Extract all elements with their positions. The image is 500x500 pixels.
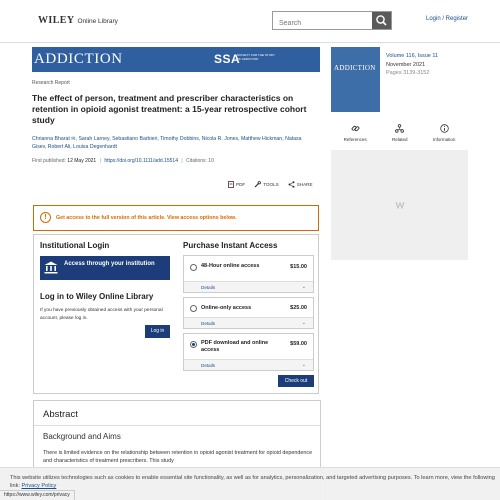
logo-brand: WILEY — [38, 15, 75, 26]
purchase-option-pdf-online[interactable]: PDF download and online access $59.00 De… — [183, 333, 314, 371]
option-radio-selected[interactable] — [190, 341, 197, 348]
ssa-subtitle: Society for the Study of Addiction — [237, 53, 276, 61]
related-tab[interactable]: Related — [392, 124, 408, 150]
divider — [34, 425, 320, 426]
separator: | — [181, 158, 183, 164]
details-label: Details — [201, 363, 216, 368]
institution-icon — [44, 261, 58, 274]
privacy-policy-link[interactable]: Privacy Policy — [22, 483, 57, 489]
abstract-heading: Abstract — [43, 409, 78, 420]
references-label: References — [343, 137, 367, 142]
tools-button[interactable]: TOOLS — [254, 181, 279, 188]
article-tools: PDF TOOLS SHARE — [228, 181, 313, 188]
first-published-date: 12 May 2021 — [67, 158, 97, 164]
site-header: WILEYOnline Library Login / Register — [0, 0, 500, 43]
search-icon — [376, 15, 387, 26]
option-price: $15.00 — [290, 264, 307, 270]
wol-login-heading: Log in to Wiley Online Library — [40, 292, 154, 301]
tools-label: TOOLS — [263, 182, 279, 187]
journal-banner[interactable]: ADDICTION SSA Society for the Study of A… — [32, 47, 320, 72]
purchase-option-online-only[interactable]: Online-only access $25.00 Details ⌄ — [183, 297, 314, 329]
information-label: Information — [432, 137, 456, 142]
log-in-button[interactable]: Log in — [145, 325, 170, 338]
institution-access-label: Access through your institution — [64, 261, 155, 267]
publication-meta: First published: 12 May 2021 | https://d… — [32, 158, 214, 164]
advertisement-placeholder — [331, 150, 468, 260]
abstract-text: There is limited evidence on the relatio… — [43, 450, 313, 464]
details-label: Details — [201, 285, 216, 290]
article-side-tabs: References Related Information — [331, 124, 468, 150]
option-details-toggle[interactable]: Details ⌄ — [184, 317, 313, 328]
wiley-logo[interactable]: WILEY Online Library — [38, 15, 118, 26]
logo-suffix: Online Library — [77, 18, 118, 25]
institution-access-button[interactable]: Access through your institution — [40, 256, 170, 280]
search-button[interactable] — [372, 12, 391, 29]
separator: | — [99, 158, 101, 164]
option-radio[interactable] — [190, 305, 197, 312]
abstract-subheading: Background and Aims — [43, 432, 121, 441]
article-title: The effect of person, treatment and pres… — [32, 93, 307, 125]
cover-title: ADDICTION — [334, 64, 376, 72]
details-label: Details — [201, 321, 216, 326]
issue-pages: Pages 3139-3152 — [386, 70, 430, 76]
option-details-toggle[interactable]: Details ⌄ — [184, 359, 313, 370]
checkout-button[interactable]: Check out — [278, 375, 314, 387]
wrench-icon — [254, 181, 262, 188]
search-box — [272, 11, 392, 32]
option-label: PDF download and online access — [201, 340, 269, 353]
references-tab[interactable]: References — [344, 124, 367, 150]
access-notice: ! Get access to the full version of this… — [33, 205, 319, 231]
option-label: 48-Hour online access — [201, 263, 260, 269]
journal-cover[interactable]: ADDICTION — [331, 47, 380, 112]
article-type: Research Report — [32, 80, 70, 86]
share-icon — [288, 181, 295, 188]
pdf-icon — [228, 181, 234, 188]
info-icon: ! — [40, 212, 51, 223]
doi-link[interactable]: https://doi.org/10.1111/add.15514 — [104, 158, 178, 164]
option-price: $25.00 — [290, 305, 307, 311]
loading-icon — [395, 201, 405, 209]
cookie-message: This website utilizes technologies such … — [10, 475, 495, 489]
access-panel: Institutional Login Access through your … — [33, 234, 319, 394]
volume-issue-link[interactable]: Volume 116, Issue 11 — [386, 52, 438, 61]
wol-login-text: If you have previously obtained access w… — [40, 308, 163, 321]
cookie-banner: This website utilizes technologies such … — [0, 467, 500, 500]
pdf-button[interactable]: PDF — [228, 181, 245, 188]
purchase-heading: Purchase Instant Access — [183, 241, 278, 250]
option-price: $59.00 — [290, 341, 307, 347]
information-tab[interactable]: Information — [432, 124, 456, 150]
share-button[interactable]: SHARE — [288, 181, 313, 188]
first-published-label: First published: — [32, 158, 66, 164]
institutional-login-heading: Institutional Login — [40, 241, 110, 250]
chevron-down-icon: ⌄ — [301, 362, 306, 368]
access-notice-text[interactable]: Get access to the full version of this a… — [56, 215, 236, 221]
option-label: Online-only access — [201, 305, 252, 311]
related-label: Related — [391, 137, 408, 142]
chevron-down-icon: ⌄ — [301, 284, 306, 290]
citations-count[interactable]: Citations: 10 — [186, 158, 214, 164]
issue-info: Volume 116, Issue 11 November 2021 Pages… — [386, 52, 438, 78]
option-radio[interactable] — [190, 264, 197, 271]
cookie-text: This website utilizes technologies such … — [10, 474, 495, 490]
pdf-label: PDF — [236, 182, 246, 187]
share-label: SHARE — [296, 182, 313, 187]
journal-title: ADDICTION — [34, 51, 123, 67]
network-icon — [395, 124, 405, 133]
purchase-option-48h[interactable]: 48-Hour online access $15.00 Details ⌄ — [183, 255, 314, 293]
issue-date: November 2021 — [386, 61, 426, 68]
link-icon — [351, 125, 360, 132]
author-list[interactable]: Chrianna Bharat ✉, Sarah Larney, Sebasti… — [32, 136, 317, 151]
login-register-link[interactable]: Login / Register — [426, 16, 468, 22]
chevron-down-icon: ⌄ — [301, 320, 306, 326]
info-icon — [439, 124, 449, 133]
option-details-toggle[interactable]: Details ⌄ — [184, 281, 313, 292]
search-input[interactable] — [273, 15, 368, 32]
status-bar-url: https://www.wiley.com/privacy — [0, 490, 75, 500]
